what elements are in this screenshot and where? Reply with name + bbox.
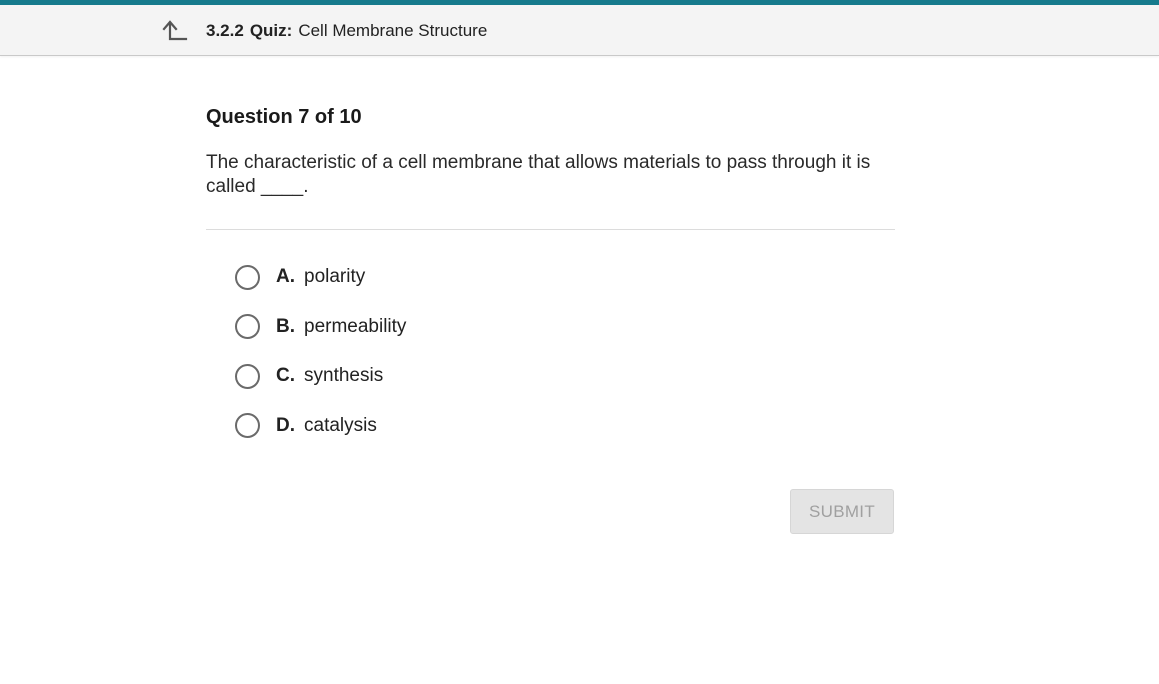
- quiz-header: 3.2.2 Quiz: Cell Membrane Structure: [0, 5, 1159, 56]
- activity-name: Cell Membrane Structure: [298, 21, 488, 40]
- option-letter: D.: [276, 414, 295, 436]
- divider: [206, 229, 895, 230]
- radio-button-icon[interactable]: [235, 314, 260, 339]
- activity-kind: Quiz:: [249, 21, 293, 40]
- option-text[interactable]: synthesis: [304, 365, 383, 387]
- submit-button[interactable]: SUBMIT: [790, 489, 894, 534]
- option-text[interactable]: permeability: [304, 316, 406, 338]
- option-text[interactable]: polarity: [304, 266, 365, 288]
- option-letter: A.: [276, 266, 295, 287]
- question-number: Question 7 of 10: [206, 106, 362, 128]
- radio-button-icon[interactable]: [235, 363, 260, 389]
- option-d[interactable]: D. catalysis: [235, 407, 735, 445]
- option-letter: C.: [276, 365, 295, 386]
- lesson-code: 3.2.2: [206, 21, 244, 40]
- radio-button-icon[interactable]: [235, 264, 260, 290]
- option-c[interactable]: C. synthesis: [235, 357, 735, 395]
- header-title: 3.2.2 Quiz: Cell Membrane Structure: [206, 21, 487, 41]
- option-a[interactable]: A. polarity: [235, 258, 735, 296]
- option-letter: B.: [276, 315, 295, 337]
- radio-button-icon[interactable]: [235, 413, 260, 438]
- back-arrow-icon[interactable]: [160, 18, 190, 42]
- answer-options: A. polarity B. permeability C. synthesis…: [235, 258, 735, 456]
- option-text[interactable]: catalysis: [304, 415, 377, 437]
- option-b[interactable]: B. permeability: [235, 308, 735, 346]
- question-text: The characteristic of a cell membrane th…: [206, 152, 871, 197]
